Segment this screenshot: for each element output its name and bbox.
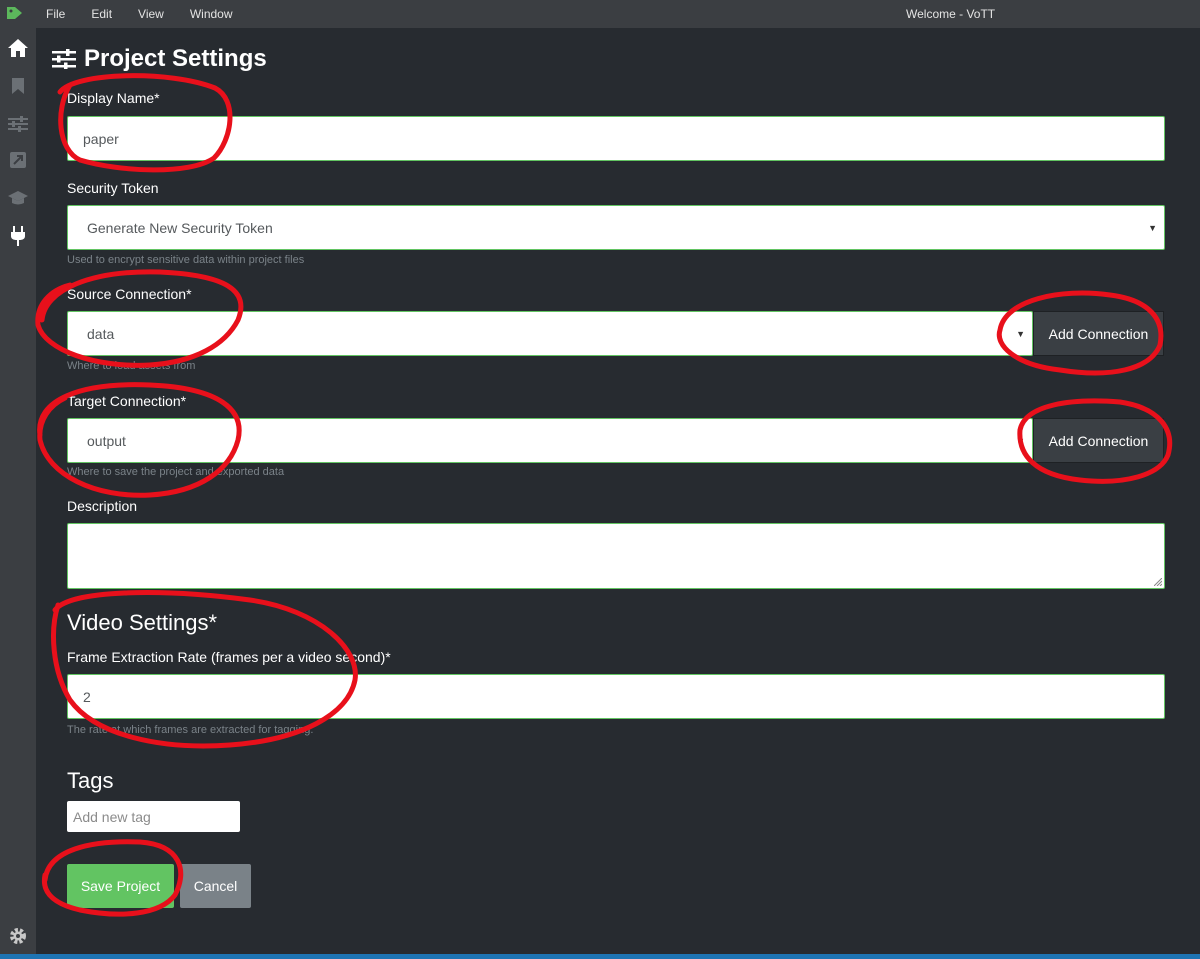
menu-file[interactable]: File <box>46 7 65 21</box>
security-token-select[interactable]: Generate New Security Token ▼ <box>67 205 1165 250</box>
status-bar <box>0 954 1200 959</box>
home-icon <box>8 39 28 57</box>
chevron-down-icon: ▼ <box>1148 222 1157 233</box>
sidebar-item-train[interactable] <box>0 180 36 216</box>
menu-edit[interactable]: Edit <box>91 7 112 21</box>
bookmark-icon <box>12 78 24 94</box>
window-title: Welcome - VoTT <box>906 7 996 21</box>
source-connection-select[interactable]: data ▼ <box>67 311 1033 356</box>
vott-logo-icon <box>7 7 22 19</box>
plug-icon <box>11 226 25 246</box>
page-title: Project Settings <box>52 45 267 73</box>
gear-icon <box>10 928 26 944</box>
sliders-icon <box>52 49 76 69</box>
frame-rate-input[interactable]: 2 <box>67 674 1165 719</box>
page-title-text: Project Settings <box>84 45 267 72</box>
description-textarea[interactable] <box>67 523 1165 589</box>
source-connection-help: Where to load assets from <box>67 360 196 372</box>
main-content: Project Settings Display Name* paper Sec… <box>36 28 1200 954</box>
source-connection-value: data <box>87 325 115 342</box>
target-connection-value: output <box>87 432 126 449</box>
sidebar <box>0 28 36 954</box>
sidebar-item-app-settings[interactable] <box>0 918 36 954</box>
add-source-connection-button[interactable]: Add Connection <box>1033 311 1164 356</box>
menu-bar: File Edit View Window <box>46 7 259 21</box>
add-tag-input[interactable]: Add new tag <box>67 801 240 832</box>
save-project-button[interactable]: Save Project <box>67 864 174 908</box>
frame-rate-value: 2 <box>83 688 91 705</box>
export-icon <box>10 152 26 168</box>
chevron-down-icon: ▼ <box>1016 435 1025 446</box>
chevron-down-icon: ▼ <box>1016 328 1025 339</box>
security-token-value: Generate New Security Token <box>87 219 273 236</box>
resize-handle-icon[interactable] <box>1154 578 1162 586</box>
cancel-button[interactable]: Cancel <box>180 864 251 908</box>
sidebar-item-export[interactable] <box>0 142 36 178</box>
frame-rate-help: The rate at which frames are extracted f… <box>67 724 314 736</box>
tags-heading: Tags <box>67 768 114 793</box>
target-connection-help: Where to save the project and exported d… <box>67 466 285 478</box>
graduation-cap-icon <box>8 191 28 205</box>
display-name-input[interactable]: paper <box>67 116 1165 161</box>
add-target-connection-button[interactable]: Add Connection <box>1033 418 1164 463</box>
display-name-value: paper <box>83 130 119 147</box>
sliders-icon <box>8 116 28 132</box>
sidebar-item-home[interactable] <box>0 30 36 66</box>
display-name-label: Display Name* <box>67 90 160 106</box>
target-connection-label: Target Connection* <box>67 393 187 409</box>
sidebar-item-settings[interactable] <box>0 106 36 142</box>
description-label: Description <box>67 498 138 514</box>
sidebar-item-connections[interactable] <box>0 218 36 254</box>
frame-rate-label: Frame Extraction Rate (frames per a vide… <box>67 649 391 665</box>
source-connection-label: Source Connection* <box>67 286 192 302</box>
video-settings-heading: Video Settings* <box>67 610 218 635</box>
target-connection-select[interactable]: output ▼ <box>67 418 1033 463</box>
menu-window[interactable]: Window <box>190 7 233 21</box>
security-token-label: Security Token <box>67 180 159 196</box>
menu-view[interactable]: View <box>138 7 164 21</box>
title-bar: File Edit View Window Welcome - VoTT <box>0 0 1200 28</box>
sidebar-item-bookmark[interactable] <box>0 68 36 104</box>
security-token-help: Used to encrypt sensitive data within pr… <box>67 254 305 266</box>
